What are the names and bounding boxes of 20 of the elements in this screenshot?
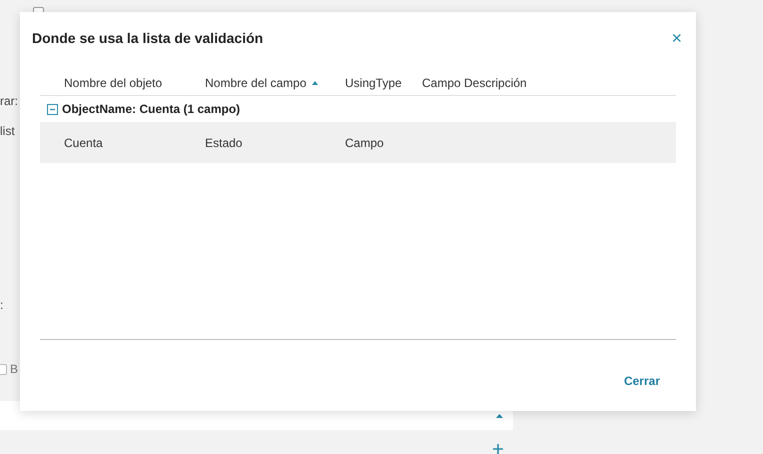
collapse-icon[interactable] — [47, 104, 58, 114]
group-label: ObjectName: Cuenta (1 campo) — [62, 101, 240, 118]
close-button[interactable]: × — [671, 29, 682, 47]
background-text: B — [10, 361, 18, 378]
sort-up-icon — [312, 80, 318, 84]
table-cell: Cuenta — [64, 136, 103, 150]
plus-icon[interactable] — [493, 444, 503, 454]
background-text: : — [0, 297, 4, 314]
background-text: rar: — [0, 93, 18, 110]
column-header[interactable]: UsingType — [345, 74, 402, 92]
column-header[interactable]: Nombre del campo — [205, 74, 306, 92]
column-header[interactable]: Nombre del objeto — [64, 74, 162, 92]
background-text: list — [0, 123, 15, 140]
table-row[interactable]: Cuenta Estado Campo — [40, 122, 676, 163]
column-header[interactable]: Campo Descripción — [422, 74, 527, 92]
dialog-title: Donde se usa la lista de validación — [32, 28, 264, 48]
caret-up-icon[interactable] — [496, 414, 503, 418]
close-text-button[interactable]: Cerrar — [624, 372, 660, 390]
table-cell: Campo — [345, 136, 384, 150]
table-cell: Estado — [205, 136, 242, 150]
